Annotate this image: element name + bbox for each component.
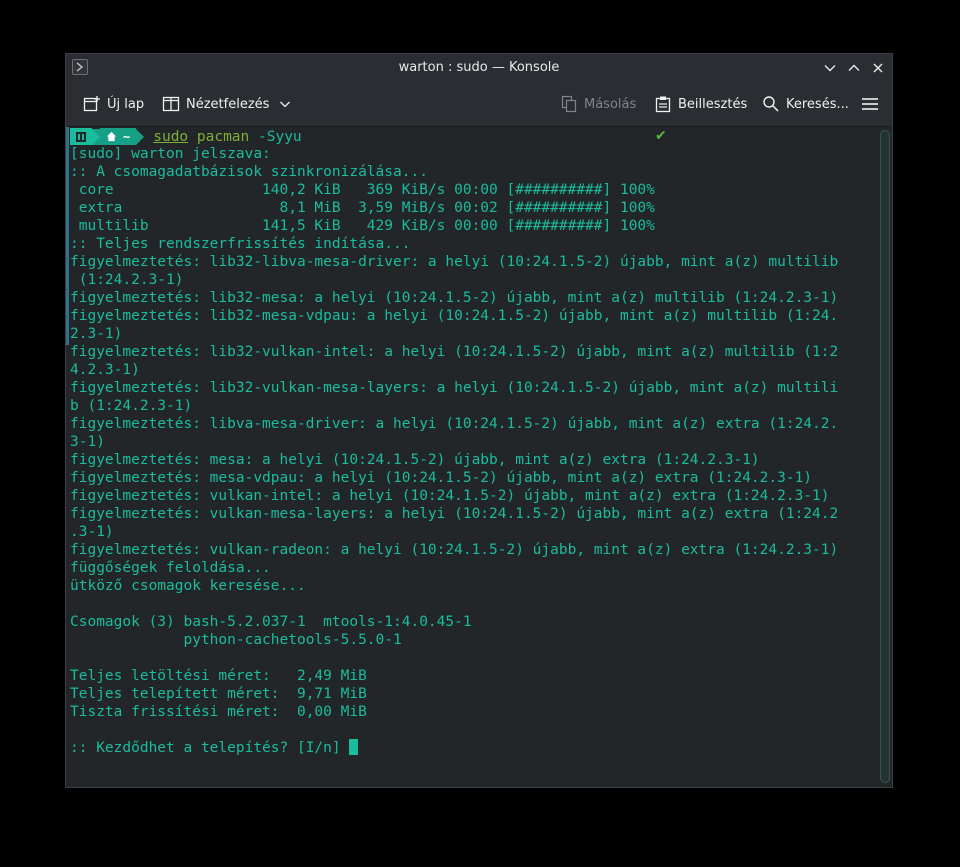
terminal-line: figyelmeztetés: vulkan-radeon: a helyi (… [70, 542, 839, 558]
konsole-window: warton : sudo — Konsole Új lap Nézetfele… [65, 53, 893, 788]
terminal-line: python-cachetools-5.5.0-1 [70, 632, 402, 648]
hamburger-menu-button[interactable] [861, 94, 879, 114]
terminal-line: figyelmeztetés: lib32-vulkan-intel: a he… [70, 344, 839, 360]
close-icon [873, 63, 883, 73]
toolbar: Új lap Nézetfelezés Másolás Beillesztés … [66, 82, 892, 127]
install-confirm-line: :: Kezdődhet a telepítés? [I/n] [70, 739, 838, 757]
paste-label: Beillesztés [678, 96, 748, 112]
terminal-line: b (1:24.2.3-1) [70, 398, 193, 414]
search-icon [763, 96, 779, 112]
split-view-icon [162, 96, 180, 112]
terminal-line: függőségek feloldása... [70, 560, 271, 576]
scrollbar[interactable] [878, 127, 892, 787]
split-view-label: Nézetfelezés [186, 96, 270, 112]
text-cursor [349, 739, 359, 755]
terminal-line: 4.2.3-1) [70, 362, 140, 378]
install-confirm-prompt: :: Kezdődhet a telepítés? [I/n] [70, 740, 350, 756]
terminal-line: multilib 141,5 KiB 429 KiB/s 00:00 [####… [70, 218, 655, 234]
copy-label: Másolás [584, 96, 637, 112]
terminal-line: core 140,2 KiB 369 KiB/s 00:00 [########… [70, 182, 655, 198]
terminal-line: .3-1) [70, 524, 114, 540]
paste-icon [655, 96, 671, 113]
scrollbar-thumb[interactable] [880, 130, 890, 783]
new-tab-icon [83, 96, 100, 112]
selection-marker [66, 127, 69, 345]
chevron-up-icon [848, 64, 860, 71]
terminal-line: :: Teljes rendszerfrissítés indítása... [70, 236, 411, 252]
copy-icon [561, 95, 577, 113]
terminal-line: Csomagok (3) bash-5.2.037-1 mtools-1:4.0… [70, 614, 472, 630]
hamburger-menu-icon [862, 98, 878, 110]
title-bar[interactable]: warton : sudo — Konsole [66, 54, 892, 82]
terminal-line: 2.3-1) [70, 326, 123, 342]
minimize-button[interactable] [821, 59, 839, 77]
copy-button[interactable]: Másolás [560, 94, 636, 114]
terminal-line: figyelmeztetés: vulkan-intel: a helyi (1… [70, 488, 830, 504]
terminal-line: (1:24.2.3-1) [70, 272, 184, 288]
terminal-line: [sudo] warton jelszava: [70, 146, 271, 162]
terminal-line: figyelmeztetés: lib32-vulkan-mesa-layers… [70, 380, 839, 396]
terminal-line: figyelmeztetés: lib32-mesa: a helyi (10:… [70, 290, 839, 306]
terminal-line: extra 8,1 MiB 3,59 MiB/s 00:02 [########… [70, 200, 655, 216]
maximize-button[interactable] [845, 59, 863, 77]
window-title: warton : sudo — Konsole [398, 60, 560, 75]
new-tab-button[interactable]: Új lap [83, 94, 144, 114]
chevron-down-icon [824, 65, 836, 72]
prompt-line-spacer [70, 127, 838, 145]
chevron-down-icon [280, 101, 291, 108]
search-label: Keresés... [786, 96, 849, 112]
split-view-button[interactable]: Nézetfelezés [162, 94, 291, 114]
terminal-line: figyelmeztetés: mesa-vdpau: a helyi (10:… [70, 470, 813, 486]
terminal-line: :: A csomagadatbázisok szinkronizálása..… [70, 164, 428, 180]
terminal-line: 3-1) [70, 434, 105, 450]
terminal-line: Teljes letöltési méret: 2,49 MiB [70, 668, 367, 684]
terminal-line: Teljes telepített méret: 9,71 MiB [70, 686, 367, 702]
paste-button[interactable]: Beillesztés [654, 94, 747, 114]
terminal-line: figyelmeztetés: vulkan-mesa-layers: a he… [70, 506, 839, 522]
terminal-line: figyelmeztetés: lib32-libva-mesa-driver:… [70, 254, 839, 270]
terminal-line: Tiszta frissítési méret: 0,00 MiB [70, 704, 367, 720]
new-tab-label: Új lap [107, 96, 145, 112]
terminal-line: figyelmeztetés: libva-mesa-driver: a hel… [70, 416, 839, 432]
terminal-output: [sudo] warton jelszava::: A csomagadatbá… [70, 127, 838, 757]
terminal-line: ütköző csomagok keresése... [70, 578, 306, 594]
search-button[interactable]: Keresés... [762, 94, 849, 114]
terminal-view[interactable]: ~ sudo pacman -Syyu ✔ [sudo] warton jels… [66, 127, 878, 787]
close-button[interactable] [869, 59, 887, 77]
terminal-line: figyelmeztetés: mesa: a helyi (10:24.1.5… [70, 452, 760, 468]
terminal-line: figyelmeztetés: lib32-mesa-vdpau: a hely… [70, 308, 839, 324]
